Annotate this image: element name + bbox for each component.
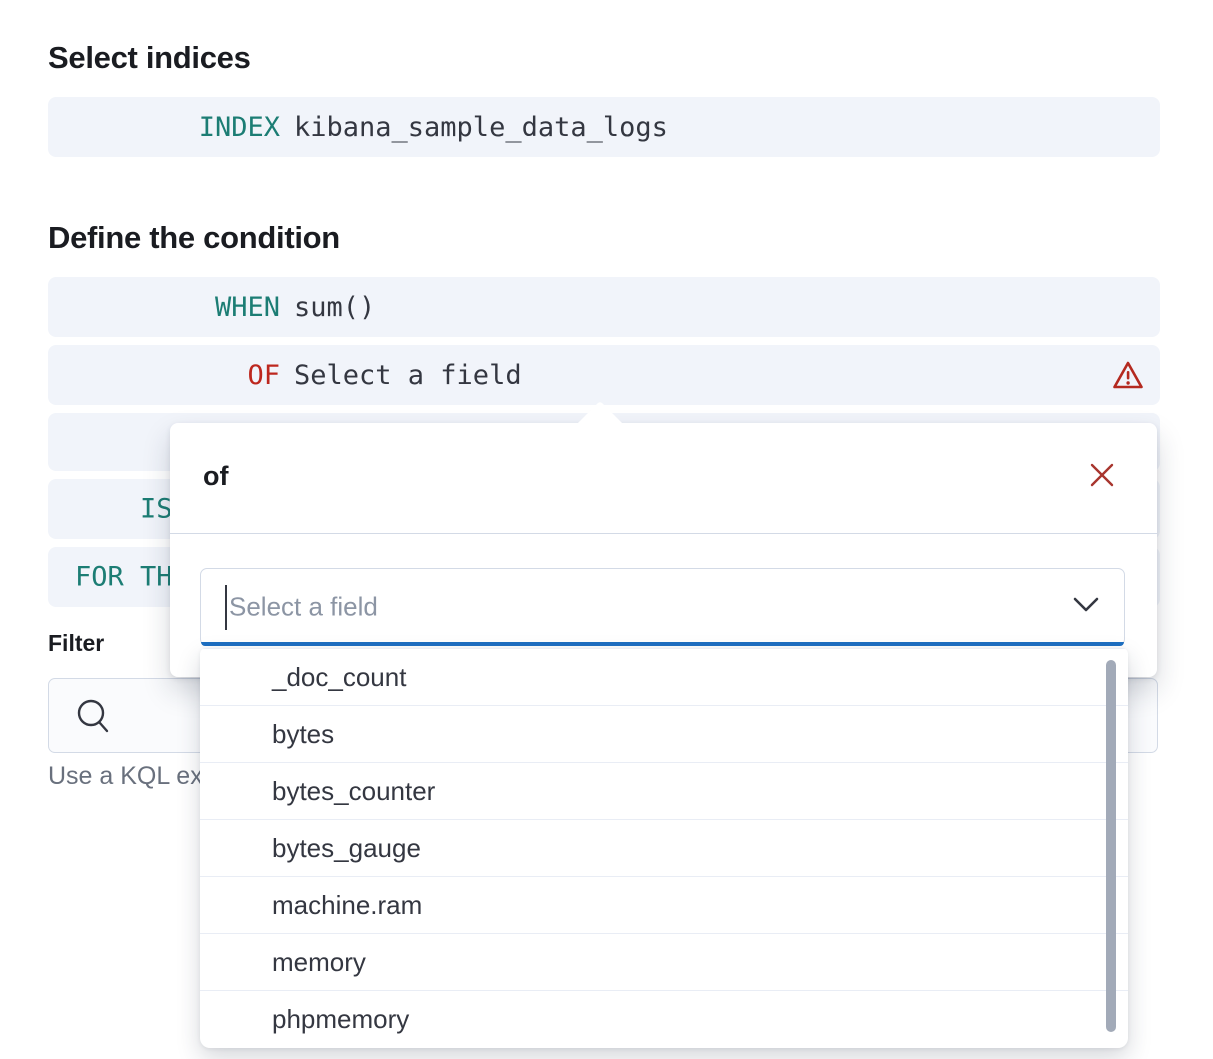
field-combobox[interactable]: Select a field — [200, 568, 1125, 646]
condition-section-title: Define the condition — [48, 220, 340, 256]
field-options-list: _doc_count bytes bytes_counter bytes_gau… — [200, 648, 1128, 1047]
rule-condition-editor: Select indices INDEX kibana_sample_data_… — [0, 0, 1213, 1059]
field-option[interactable]: _doc_count — [200, 648, 1128, 705]
chevron-down-icon[interactable] — [1072, 595, 1100, 620]
expression-when[interactable]: WHEN sum() — [48, 277, 1160, 337]
of-popover: of Select a field — [170, 423, 1157, 677]
is-keyword: IS — [140, 494, 173, 525]
field-option[interactable]: bytes_gauge — [200, 819, 1128, 876]
field-option[interactable]: phpmemory — [200, 990, 1128, 1047]
filter-label: Filter — [48, 630, 104, 657]
popover-arrow — [576, 401, 624, 449]
text-cursor — [225, 585, 227, 630]
of-keyword: OF — [48, 360, 280, 391]
when-keyword: WHEN — [48, 292, 280, 323]
index-value: kibana_sample_data_logs — [294, 112, 668, 143]
indices-section-title: Select indices — [48, 40, 251, 76]
index-keyword: INDEX — [48, 112, 280, 143]
field-options-dropdown: _doc_count bytes bytes_counter bytes_gau… — [200, 648, 1128, 1048]
dropdown-scrollbar[interactable] — [1106, 660, 1116, 1032]
expression-index[interactable]: INDEX kibana_sample_data_logs — [48, 97, 1160, 157]
combobox-placeholder: Select a field — [229, 592, 378, 623]
popover-title-divider — [170, 533, 1157, 534]
close-button[interactable] — [1087, 461, 1117, 491]
field-option[interactable]: memory — [200, 933, 1128, 990]
when-value: sum() — [294, 292, 375, 323]
search-icon — [75, 696, 113, 738]
field-option[interactable]: machine.ram — [200, 876, 1128, 933]
kql-help-text: Use a KQL ex — [48, 762, 203, 791]
close-icon — [1089, 462, 1115, 488]
of-value: Select a field — [294, 360, 522, 391]
field-option[interactable]: bytes_counter — [200, 762, 1128, 819]
warning-icon — [1112, 360, 1144, 390]
popover-title: of — [203, 461, 228, 492]
for-the-last-keyword: FOR TH — [75, 562, 173, 593]
expression-of[interactable]: OF Select a field — [48, 345, 1160, 405]
field-option[interactable]: bytes — [200, 705, 1128, 762]
